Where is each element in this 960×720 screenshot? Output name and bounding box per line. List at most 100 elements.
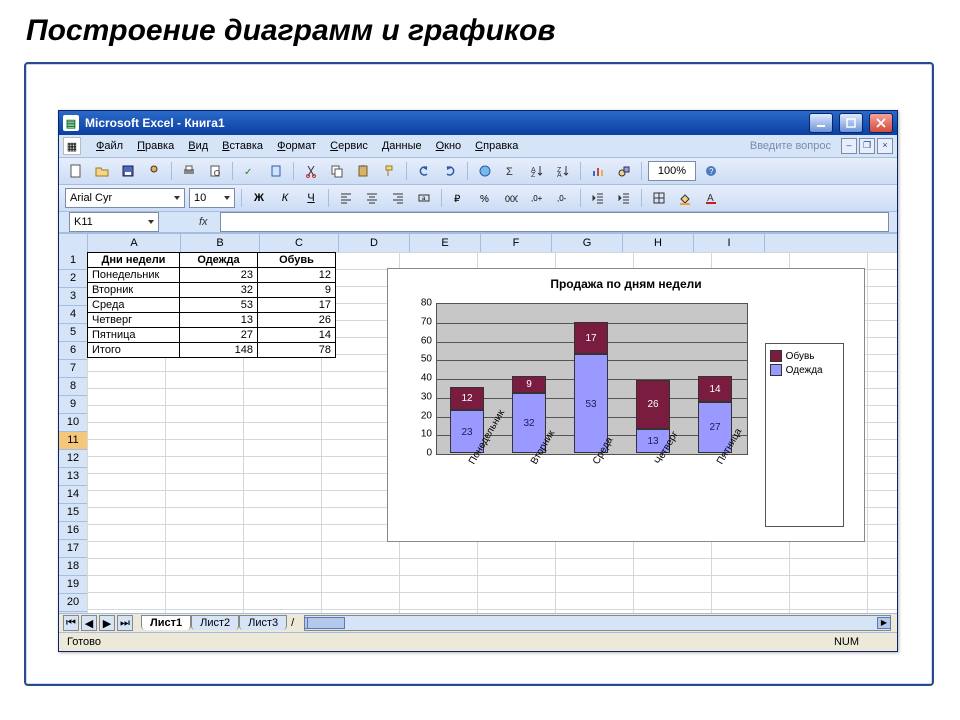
row-header-13[interactable]: 13 [59,468,87,486]
horizontal-scrollbar[interactable]: ◀ ▶ [304,615,891,631]
row-header-11[interactable]: 11 [59,432,87,450]
menu-файл[interactable]: Файл [89,138,130,154]
cell[interactable]: Итого [88,343,180,358]
align-left-icon[interactable] [335,187,357,209]
tab-nav-prev-icon[interactable]: ◀ [81,615,97,631]
cell[interactable]: 32 [180,283,258,298]
minimize-button[interactable] [809,113,833,133]
col-header-H[interactable]: H [623,234,694,252]
row-header-9[interactable]: 9 [59,396,87,414]
cell[interactable]: Вторник [88,283,180,298]
maximize-button[interactable] [839,113,863,133]
zoom-combo[interactable]: 100% [648,161,696,181]
table-header[interactable]: Обувь [258,253,336,268]
sheet-tab-Лист3[interactable]: Лист3 [239,615,287,630]
embedded-chart[interactable]: Продажа по дням недели 01020304050607080… [387,268,865,542]
row-header-20[interactable]: 20 [59,594,87,612]
decrease-indent-icon[interactable] [587,187,609,209]
sort-desc-icon[interactable]: ZA [552,160,574,182]
drawing-icon[interactable] [613,160,635,182]
menu-сервис[interactable]: Сервис [323,138,375,154]
font-combo[interactable]: Arial Cyr [65,188,185,208]
menu-данные[interactable]: Данные [375,138,429,154]
row-header-7[interactable]: 7 [59,360,87,378]
print-icon[interactable] [178,160,200,182]
menu-формат[interactable]: Формат [270,138,323,154]
paste-icon[interactable] [352,160,374,182]
cell[interactable]: 17 [258,298,336,313]
cell[interactable]: 78 [258,343,336,358]
open-icon[interactable] [91,160,113,182]
cell[interactable]: Четверг [88,313,180,328]
comma-icon[interactable]: 000 [500,187,522,209]
data-table[interactable]: Дни неделиОдеждаОбувьПонедельник2312Втор… [87,252,336,358]
formula-bar[interactable] [220,212,889,232]
table-row[interactable]: Понедельник2312 [88,268,336,283]
row-header-15[interactable]: 15 [59,504,87,522]
copy-icon[interactable] [326,160,348,182]
table-row[interactable]: Среда5317 [88,298,336,313]
cell[interactable]: 27 [180,328,258,343]
doc-restore-button[interactable]: ❐ [859,138,875,154]
cell[interactable]: 148 [180,343,258,358]
table-header[interactable]: Дни недели [88,253,180,268]
table-row[interactable]: Четверг1326 [88,313,336,328]
sheet-tab-Лист2[interactable]: Лист2 [191,615,239,630]
undo-icon[interactable] [413,160,435,182]
table-row[interactable]: Вторник329 [88,283,336,298]
row-header-12[interactable]: 12 [59,450,87,468]
row-header-1[interactable]: 1 [59,252,87,270]
row-header-8[interactable]: 8 [59,378,87,396]
row-header-17[interactable]: 17 [59,540,87,558]
autosum-icon[interactable]: Σ [500,160,522,182]
increase-indent-icon[interactable] [613,187,635,209]
sort-asc-icon[interactable]: AZ [526,160,548,182]
new-icon[interactable] [65,160,87,182]
merge-center-icon[interactable]: a [413,187,435,209]
help-icon[interactable]: ? [700,160,722,182]
save-icon[interactable] [117,160,139,182]
col-header-F[interactable]: F [481,234,552,252]
col-header-I[interactable]: I [694,234,765,252]
table-row[interactable]: Пятница2714 [88,328,336,343]
doc-close-button[interactable]: × [877,138,893,154]
row-header-16[interactable]: 16 [59,522,87,540]
borders-icon[interactable] [648,187,670,209]
tab-nav-next-icon[interactable]: ▶ [99,615,115,631]
table-header[interactable]: Одежда [180,253,258,268]
fx-icon[interactable]: fx [199,216,208,228]
menu-вставка[interactable]: Вставка [215,138,270,154]
help-search[interactable]: Введите вопрос [746,140,835,152]
cell[interactable]: 53 [180,298,258,313]
align-center-icon[interactable] [361,187,383,209]
cut-icon[interactable] [300,160,322,182]
font-color-icon[interactable]: A [700,187,722,209]
font-size-combo[interactable]: 10 [189,188,235,208]
menu-окно[interactable]: Окно [429,138,469,154]
scroll-right-icon[interactable]: ▶ [877,617,891,629]
row-header-10[interactable]: 10 [59,414,87,432]
fill-color-icon[interactable] [674,187,696,209]
permission-icon[interactable] [143,160,165,182]
hyperlink-icon[interactable] [474,160,496,182]
col-header-A[interactable]: A [88,234,181,252]
col-header-E[interactable]: E [410,234,481,252]
row-header-14[interactable]: 14 [59,486,87,504]
col-header-G[interactable]: G [552,234,623,252]
redo-icon[interactable] [439,160,461,182]
cell[interactable]: Пятница [88,328,180,343]
menu-вид[interactable]: Вид [181,138,215,154]
close-button[interactable] [869,113,893,133]
cell[interactable]: 13 [180,313,258,328]
table-row-total[interactable]: Итого14878 [88,343,336,358]
menu-справка[interactable]: Справка [468,138,525,154]
decrease-decimal-icon[interactable]: ,0- [552,187,574,209]
row-header-21[interactable]: 21 [59,612,87,613]
col-header-D[interactable]: D [339,234,410,252]
col-header-B[interactable]: B [181,234,260,252]
row-header-3[interactable]: 3 [59,288,87,306]
italic-icon[interactable]: К [274,187,296,209]
cell[interactable]: 23 [180,268,258,283]
tab-nav-first-icon[interactable]: ⏮ [63,615,79,631]
menu-правка[interactable]: Правка [130,138,181,154]
